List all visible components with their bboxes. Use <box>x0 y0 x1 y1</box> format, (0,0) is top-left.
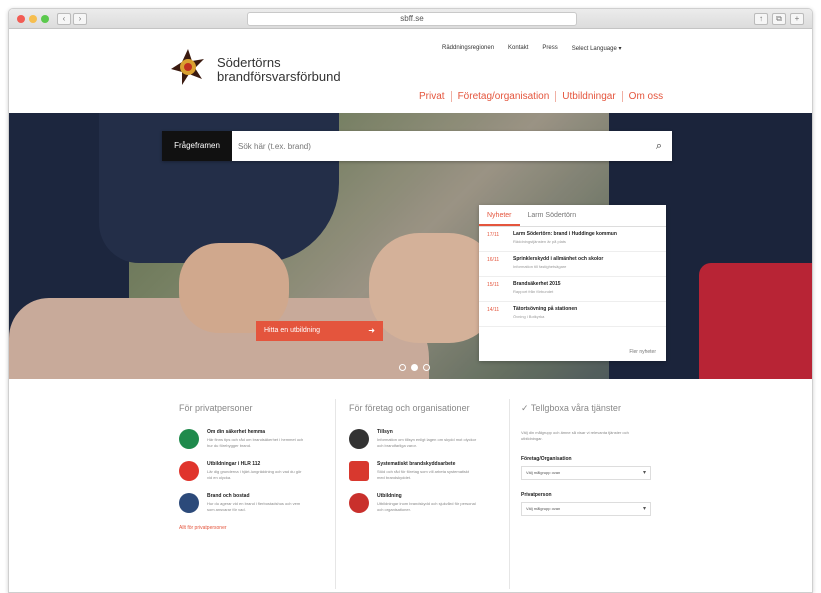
browser-window: ‹ › sbff.se ↑ ⧉ + Södertörns brandförsva… <box>8 8 813 593</box>
news-date: 17/11 <box>487 232 500 238</box>
safety-home-icon <box>179 429 199 449</box>
divider <box>335 399 336 589</box>
news-subtitle: Information till fastighetsägare <box>513 264 567 269</box>
tab-larm[interactable]: Larm Södertörn <box>520 205 585 226</box>
list-item[interactable]: Utbildning Utbildningar inom brandskydd … <box>349 493 477 513</box>
search-icon[interactable]: ⌕ <box>646 131 672 161</box>
nav-om-oss[interactable]: Om oss <box>621 91 669 102</box>
carousel-dot-active[interactable] <box>411 364 418 371</box>
forward-icon[interactable]: › <box>73 13 87 25</box>
minimize-window-icon[interactable] <box>29 15 37 23</box>
news-date: 14/11 <box>487 307 500 313</box>
hero-banner: Frågeframen ⌕ Hitta en utbildning Nyhete… <box>9 113 812 379</box>
list-item[interactable]: Brand och bostad Hur du agerar vid en br… <box>179 493 307 513</box>
carousel-dots <box>399 364 430 371</box>
news-title: Larm Södertörn: brand i Huddinge kommun <box>513 231 617 237</box>
news-item[interactable]: 16/11 Sprinklerskydd i allmänhet och sko… <box>479 252 666 277</box>
search-label: Frågeframen <box>162 131 232 161</box>
field-label: Privatperson <box>521 492 552 498</box>
column-heading: För privatpersoner <box>179 403 253 413</box>
column-private: För privatpersoner Om din säkerhet hemma… <box>179 403 307 531</box>
news-item[interactable]: 14/11 Tätortsövning på stationen Övning … <box>479 302 666 327</box>
add-tab-icon[interactable]: + <box>790 13 804 25</box>
field-label: Företag/Organisation <box>521 456 572 462</box>
news-title: Brandsäkerhet 2015 <box>513 281 561 287</box>
nav-utbildningar[interactable]: Utbildningar <box>555 91 621 102</box>
site-header: Södertörns brandförsvarsförbund Räddning… <box>9 29 812 113</box>
news-title: Sprinklerskydd i allmänhet och skolor <box>513 256 604 262</box>
brand-line2: brandförsvarsförbund <box>217 69 341 84</box>
item-desc: Stöd och råd för företag som vill arbeta… <box>377 469 470 480</box>
main-navigation: Privat Företag/organisation Utbildningar… <box>413 91 669 102</box>
find-course-button[interactable]: Hitta en utbildning <box>256 321 383 341</box>
browser-chrome: ‹ › sbff.se ↑ ⧉ + <box>9 9 812 29</box>
topnav-regionen[interactable]: Räddningsregionen <box>442 45 494 52</box>
news-title: Tätortsövning på stationen <box>513 306 578 312</box>
news-panel: Nyheter Larm Södertörn 17/11 Larm Södert… <box>479 205 666 361</box>
list-item[interactable]: Om din säkerhet hemma Här finns tips och… <box>179 429 307 449</box>
column-services: Tellgboxa våra tjänster Välj din målgrup… <box>521 403 651 528</box>
brand-logo-icon[interactable] <box>168 47 208 87</box>
back-icon[interactable]: ‹ <box>57 13 71 25</box>
brand-name[interactable]: Södertörns brandförsvarsförbund <box>217 56 341 84</box>
language-select[interactable]: Select Language <box>572 45 622 52</box>
carousel-dot[interactable] <box>399 364 406 371</box>
share-icon[interactable]: ↑ <box>754 13 768 25</box>
top-navigation: Räddningsregionen Kontakt Press Select L… <box>442 45 621 52</box>
services-hint: Välj din målgrupp och ämne så visar vi r… <box>521 430 629 441</box>
news-subtitle: Övning i Botkyrka <box>513 314 545 319</box>
news-date: 16/11 <box>487 257 500 263</box>
carousel-dot[interactable] <box>423 364 430 371</box>
extinguisher-icon <box>349 493 369 513</box>
item-title: Tillsyn <box>377 429 393 435</box>
item-title: Systematiskt brandskyddsarbete <box>377 461 456 467</box>
item-title: Om din säkerhet hemma <box>207 429 266 435</box>
private-select[interactable]: Välj målgrupp ovan <box>521 502 651 516</box>
content-section: För privatpersoner Om din säkerhet hemma… <box>9 379 812 592</box>
column-heading: Tellgboxa våra tjänster <box>521 403 651 414</box>
news-subtitle: Rapport från förbundet <box>513 289 554 294</box>
nav-foretag[interactable]: Företag/organisation <box>450 91 556 102</box>
news-item[interactable]: 15/11 Brandsäkerhet 2015 Rapport från fö… <box>479 277 666 302</box>
list-item[interactable]: Tillsyn Information om tillsyn enligt la… <box>349 429 477 449</box>
item-title: Brand och bostad <box>207 493 250 499</box>
item-desc: Här finns tips och råd om brandsäkerhet … <box>207 437 304 448</box>
search-input[interactable] <box>232 131 646 161</box>
fire-protection-icon <box>349 461 369 481</box>
private-more-link[interactable]: Allt för privatpersoner <box>179 525 307 531</box>
tabs-icon[interactable]: ⧉ <box>772 13 786 25</box>
maximize-window-icon[interactable] <box>41 15 49 23</box>
item-title: Utbildning <box>377 493 402 499</box>
item-desc: Information om tillsyn enligt lagen om s… <box>377 437 477 448</box>
more-news-link[interactable]: Fler nyheter <box>629 349 656 355</box>
emergency-112-icon <box>179 461 199 481</box>
divider <box>509 399 510 589</box>
address-bar[interactable]: sbff.se <box>247 12 577 26</box>
brand-line1: Södertörns <box>217 55 281 70</box>
list-item[interactable]: Systematiskt brandskyddsarbete Stöd och … <box>349 461 477 481</box>
column-heading: För företag och organisationer <box>349 403 470 413</box>
news-subtitle: Räddningstjänsten är på plats <box>513 239 566 244</box>
news-item[interactable]: 17/11 Larm Södertörn: brand i Huddinge k… <box>479 227 666 252</box>
item-desc: Lär dig grunderna i hjärt-lungräddning o… <box>207 469 302 480</box>
item-title: Utbildningar i HLR 112 <box>207 461 261 467</box>
list-item[interactable]: Utbildningar i HLR 112 Lär dig grunderna… <box>179 461 307 481</box>
news-tabs: Nyheter Larm Södertörn <box>479 205 666 227</box>
topnav-press[interactable]: Press <box>542 45 557 52</box>
organisation-select[interactable]: Välj målgrupp ovan <box>521 466 651 480</box>
search-bar: Frågeframen ⌕ <box>162 131 672 161</box>
inspection-icon <box>349 429 369 449</box>
building-icon <box>179 493 199 513</box>
item-desc: Utbildningar inom brandskydd och sjukvår… <box>377 501 476 512</box>
item-desc: Hur du agerar vid en brand i flerbostads… <box>207 501 301 512</box>
close-window-icon[interactable] <box>17 15 25 23</box>
topnav-kontakt[interactable]: Kontakt <box>508 45 528 52</box>
column-business: För företag och organisationer Tillsyn I… <box>349 403 477 525</box>
tab-nyheter[interactable]: Nyheter <box>479 205 520 226</box>
news-date: 15/11 <box>487 282 500 288</box>
nav-privat[interactable]: Privat <box>413 91 451 102</box>
